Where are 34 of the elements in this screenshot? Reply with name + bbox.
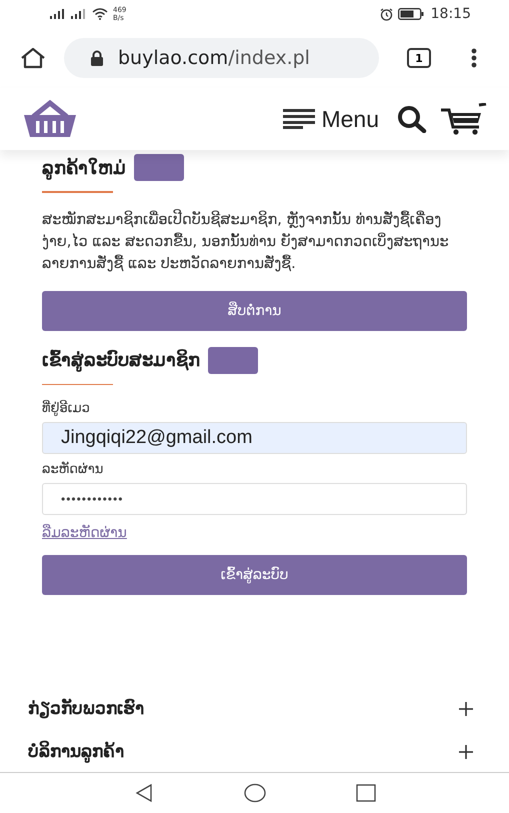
accordion-header[interactable]: ກ່ຽວກັບພວກເຮົາ bbox=[28, 687, 474, 730]
tab-count-button[interactable]: 1 bbox=[407, 48, 431, 68]
url-text: buylao.com/index.pl bbox=[118, 47, 310, 69]
signal-icon bbox=[71, 9, 87, 19]
cart-icon[interactable] bbox=[441, 103, 487, 135]
search-icon[interactable] bbox=[397, 105, 427, 133]
field-label: ທີ່ຢູ່ອີເມວ bbox=[42, 401, 91, 416]
heading-tag bbox=[134, 154, 184, 181]
lock-icon bbox=[90, 50, 104, 66]
wifi-icon bbox=[92, 8, 108, 20]
back-icon[interactable] bbox=[134, 783, 154, 803]
info-paragraph: ສະໝັກສະມາຊິກເພື່ອເປີດບັນຊີສະມາຊິກ, ຫຼັງຈາກນັ້ນ ທ່ານສັ່ງຊື້ເຄື່ອງງ່າຍ,ໄວ ແລະ ສະດວກຂື້ນ, ນອກນັ້ນທ່ານ ຍັງສາມາດກວດເບິ່ງສະຖານະລາຍການສັ່ງຊື້ ແລະ ປະຫວັດລາຍການສັ່ງຊື້. bbox=[42, 208, 467, 274]
login-button[interactable]: ເຂົ້າສູ່ລະບົບ bbox=[42, 555, 467, 595]
alarm-icon bbox=[380, 8, 393, 20]
address-bar[interactable]: buylao.com/index.pl bbox=[64, 38, 379, 78]
home-icon[interactable] bbox=[244, 783, 266, 803]
email-field[interactable]: Jingqiqi22@gmail.com bbox=[42, 422, 467, 454]
menu-button[interactable]: Menu bbox=[283, 106, 379, 132]
recent-apps-icon[interactable] bbox=[356, 784, 376, 802]
password-field[interactable]: •••••••••••• bbox=[42, 483, 467, 515]
basket-logo-icon[interactable] bbox=[22, 100, 78, 138]
home-icon[interactable] bbox=[20, 47, 46, 69]
battery-icon bbox=[398, 8, 424, 20]
accordion-header[interactable]: ບໍລິການລູກຄ້າ bbox=[28, 730, 474, 773]
continue-button[interactable]: ສືບຕໍ່ການ bbox=[42, 290, 467, 330]
field-label: ລະຫັດຜ່ານ bbox=[42, 462, 104, 477]
signal-icon bbox=[50, 9, 66, 19]
forgot-password-link[interactable]: ລືມລະຫັດຜ່ານ bbox=[42, 525, 127, 541]
menu-icon bbox=[283, 109, 316, 129]
section-heading: ເຂົ້າສູ່ລະບົບສະມາຊິກ bbox=[42, 349, 200, 371]
section-heading: ລູກຄ້າໃຫມ່ bbox=[42, 156, 126, 178]
more-options-icon[interactable] bbox=[471, 48, 477, 68]
heading-tag bbox=[208, 346, 258, 374]
clock-time: 18:15 bbox=[430, 6, 471, 22]
